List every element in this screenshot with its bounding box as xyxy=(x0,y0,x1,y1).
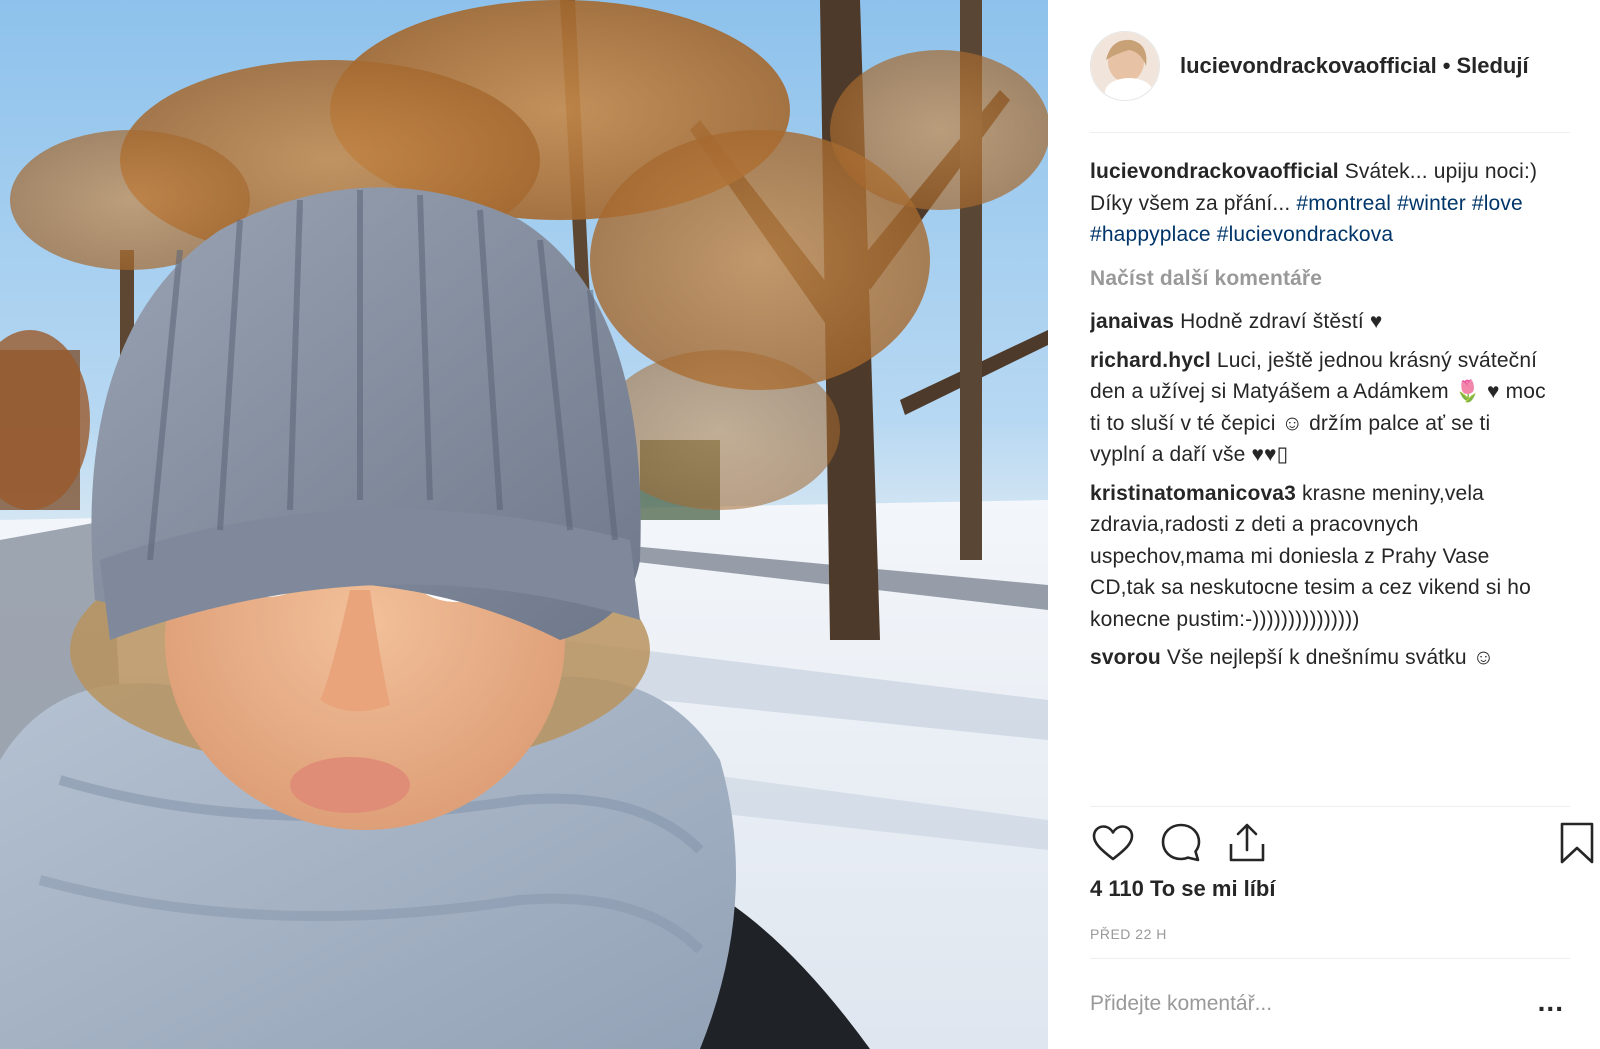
selfie-winter-image xyxy=(0,0,1048,1049)
comments-divider xyxy=(1090,806,1570,807)
comment-username[interactable]: janaivas xyxy=(1090,310,1174,333)
hashtag-happyplace[interactable]: #happyplace xyxy=(1090,223,1211,246)
heart-outline-icon[interactable] xyxy=(1090,820,1136,866)
hashtag-winter[interactable]: #winter xyxy=(1397,192,1466,215)
comment-item: janaivas Hodně zdraví štěstí ♥ xyxy=(1090,306,1560,338)
post-timestamp[interactable]: PŘED 22 H xyxy=(1090,926,1167,942)
comment-item: kristinatomanicova3 krasne meniny,vela z… xyxy=(1090,478,1560,636)
share-upload-icon[interactable] xyxy=(1224,820,1270,866)
comment-text: Vše nejlepší k dnešnímu svátku ☺ xyxy=(1166,646,1495,669)
header-divider xyxy=(1090,132,1570,133)
comment-username[interactable]: kristinatomanicova3 xyxy=(1090,482,1296,505)
footer-divider xyxy=(1090,958,1570,959)
comment-username[interactable]: svorou xyxy=(1090,646,1161,669)
bookmark-icon[interactable] xyxy=(1554,820,1600,866)
comment-username[interactable]: richard.hycl xyxy=(1090,349,1211,372)
caption: lucievondrackovaofficial Svátek... upiju… xyxy=(1090,156,1560,251)
speech-bubble-icon[interactable] xyxy=(1158,820,1204,866)
comment-input[interactable] xyxy=(1090,980,1530,1028)
header-text: lucievondrackovaofficial • Sledují xyxy=(1180,53,1529,79)
follow-button[interactable]: Sledují xyxy=(1456,53,1528,78)
instagram-post: lucievondrackovaofficial • Sledují lucievo… xyxy=(0,0,1600,1049)
header-username[interactable]: lucievondrackovaofficial xyxy=(1180,53,1437,78)
avatar-image xyxy=(1091,32,1159,100)
post-header: lucievondrackovaofficial • Sledují xyxy=(1090,30,1580,102)
hashtag-montreal[interactable]: #montreal xyxy=(1296,192,1391,215)
comment-item: richard.hycl Luci, ještě jednou krásný s… xyxy=(1090,345,1560,471)
post-sidebar: lucievondrackovaofficial • Sledují lucievo… xyxy=(1048,0,1600,1049)
action-bar xyxy=(1090,820,1594,872)
comment-item: svorou Vše nejlepší k dnešnímu svátku ☺ xyxy=(1090,642,1560,674)
comment-text: Hodně zdraví štěstí ♥ xyxy=(1180,310,1383,333)
hashtag-lucievondrackova[interactable]: #lucievondrackova xyxy=(1217,223,1394,246)
header-separator: • xyxy=(1442,53,1451,78)
avatar[interactable] xyxy=(1090,31,1160,101)
more-options-icon[interactable]: ... xyxy=(1538,986,1564,1018)
post-photo[interactable] xyxy=(0,0,1048,1049)
hashtag-love[interactable]: #love xyxy=(1472,192,1523,215)
caption-username[interactable]: lucievondrackovaofficial xyxy=(1090,160,1339,183)
add-comment-bar: ... xyxy=(1090,980,1580,1028)
likes-count[interactable]: 4 110 To se mi líbí xyxy=(1090,876,1275,902)
comments-list[interactable]: lucievondrackovaofficial Svátek... upiju… xyxy=(1090,156,1560,804)
load-more-comments[interactable]: Načíst další komentáře xyxy=(1090,263,1560,295)
